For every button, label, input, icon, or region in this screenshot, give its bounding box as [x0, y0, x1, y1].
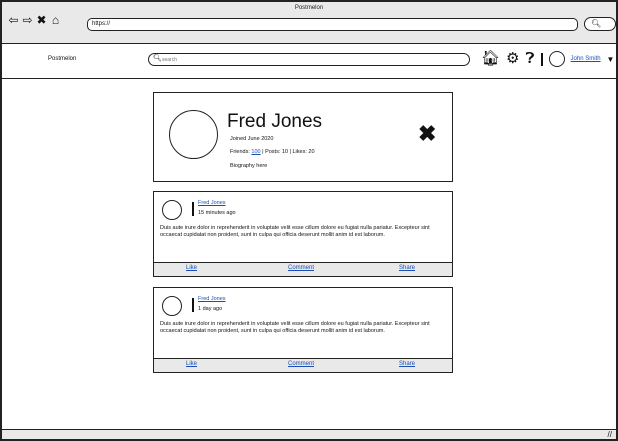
search-input[interactable] [162, 55, 462, 64]
post-actions: Like Comment Share [154, 262, 452, 276]
brand-name[interactable]: Postmelon [48, 56, 76, 62]
user-menu-link[interactable]: John Smith [571, 56, 601, 62]
post-card: Fred Jones 15 minutes ago Duis aute irur… [153, 191, 453, 277]
post-author-link[interactable]: Fred Jones [198, 200, 226, 206]
browser-search-button[interactable]: 🔍︎ [584, 17, 616, 31]
forward-arrow-icon[interactable]: ⇨ [22, 14, 33, 26]
avatar[interactable] [548, 51, 565, 67]
home-icon[interactable]: ⌂ [50, 14, 61, 26]
comment-button[interactable]: Comment [288, 265, 314, 271]
post-body: Duis aute irure dolor in reprehenderit i… [160, 225, 430, 238]
comment-button[interactable]: Comment [288, 361, 314, 367]
share-button[interactable]: Share [399, 265, 415, 271]
profile-name: Fred Jones [227, 111, 323, 132]
profile-stats: Friends: 100 | Posts: 10 | Likes: 20 [230, 149, 315, 155]
share-button[interactable]: Share [399, 361, 415, 367]
post-actions: Like Comment Share [154, 358, 452, 372]
window-title: Postmelon [294, 5, 324, 11]
status-bar: // [0, 429, 618, 441]
url-bar[interactable]: https:// [87, 18, 578, 31]
browser-nav: ⇦ ⇨ ✖ ⌂ [8, 14, 61, 26]
post-timestamp: 1 day ago [198, 306, 223, 312]
divider [540, 52, 543, 66]
profile-joined: Joined June 2020 [230, 136, 274, 142]
post-card: Fred Jones 1 day ago Duis aute irure dol… [153, 287, 453, 373]
search-icon: 🔍︎ [153, 55, 162, 62]
friends-label: Friends: [230, 149, 250, 155]
profile-avatar [169, 110, 218, 159]
back-arrow-icon[interactable]: ⇦ [8, 14, 19, 26]
caret-down-icon[interactable]: ▼ [607, 55, 615, 64]
browser-chrome: Postmelon ⇦ ⇨ ✖ ⌂ https:// 🔍︎ [0, 0, 618, 44]
divider [192, 298, 194, 312]
profile-bio: Biography here [230, 163, 268, 169]
post-avatar [162, 296, 182, 316]
close-icon[interactable]: ✖ [36, 14, 47, 26]
post-author-link[interactable]: Fred Jones [198, 296, 226, 302]
home-icon[interactable]: 🏠︎ [481, 51, 500, 67]
search-box[interactable]: 🔍︎ [148, 53, 470, 66]
post-avatar [162, 200, 182, 220]
header-actions: 🏠︎ ⚙ ❓︎ John Smith ▼ [481, 51, 614, 67]
like-button[interactable]: Like [186, 361, 197, 367]
post-body: Duis aute irure dolor in reprehenderit i… [160, 321, 430, 334]
profile-stats-rest: | Posts: 10 | Likes: 20 [262, 149, 315, 155]
like-button[interactable]: Like [186, 265, 197, 271]
post-timestamp: 15 minutes ago [198, 210, 236, 216]
help-icon[interactable]: ❓︎ [526, 51, 535, 67]
profile-card: Fred Jones Joined June 2020 Friends: 100… [153, 92, 453, 182]
friends-count-link[interactable]: 100 [251, 149, 260, 155]
resize-grip-icon[interactable]: // [608, 430, 612, 439]
close-icon[interactable]: ✖ [418, 123, 436, 145]
divider [192, 202, 194, 216]
app-header: Postmelon 🔍︎ 🏠︎ ⚙ ❓︎ John Smith ▼ [0, 44, 618, 79]
gear-icon[interactable]: ⚙ [506, 51, 519, 67]
search-icon: 🔍︎ [591, 19, 602, 28]
